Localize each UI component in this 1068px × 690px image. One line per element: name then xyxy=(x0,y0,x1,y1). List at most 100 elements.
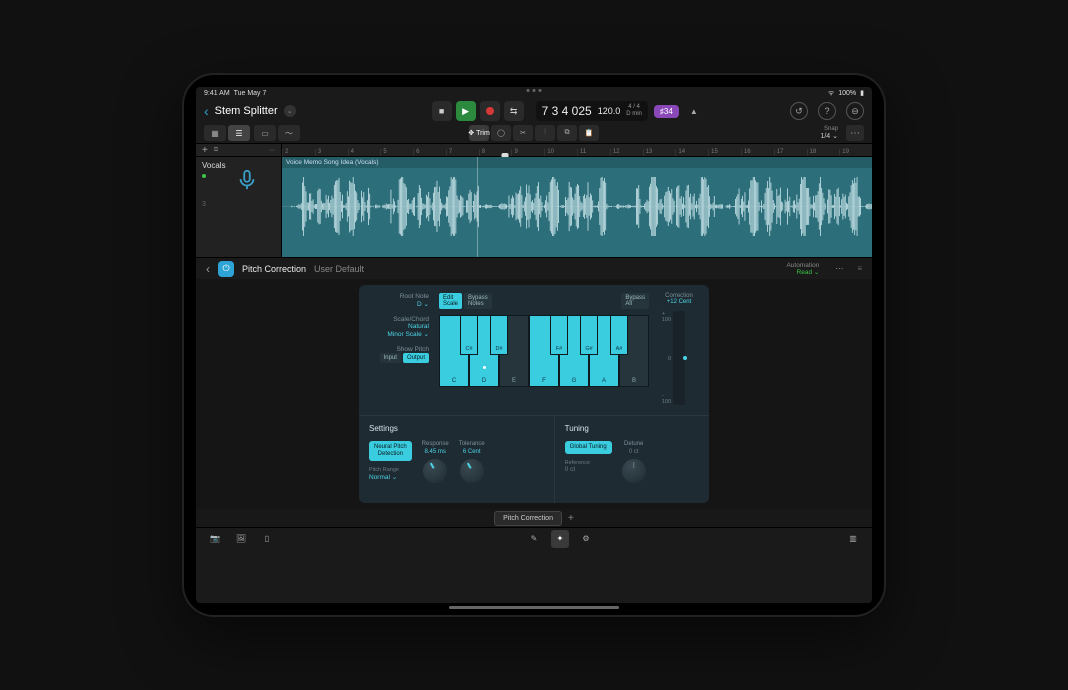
camera-icon[interactable]: 📷 xyxy=(206,530,224,548)
join-tool[interactable]: ⫶ xyxy=(535,125,555,141)
position: 7 3 4 025 xyxy=(542,104,592,118)
view-grid[interactable]: ▦ xyxy=(204,125,226,141)
lcd-display[interactable]: 7 3 4 025 120.0 4 / 4D min xyxy=(536,101,648,121)
show-pitch-label: Show Pitch xyxy=(369,346,429,353)
paste-tool[interactable]: 📋 xyxy=(579,125,599,141)
track-enable-led xyxy=(202,174,206,178)
pitch-correction-panel: Root NoteD ⌄ Scale/ChordNaturalMinor Sca… xyxy=(359,285,709,503)
playhead-line xyxy=(477,157,478,257)
bottom-toolbar: 📷 🖼 ▯ ✎ ✦ ⚙ ▥ xyxy=(196,527,872,549)
fx-icon[interactable]: ✦ xyxy=(551,530,569,548)
root-note-label: Root Note xyxy=(369,293,429,300)
detune-knob[interactable] xyxy=(622,459,646,483)
sliders-icon[interactable]: ⚙ xyxy=(577,530,595,548)
keyboard-icon[interactable]: ▥ xyxy=(844,530,862,548)
plugin-chip-row: Pitch Correction + xyxy=(196,509,872,527)
plugin-power-button[interactable]: ⏻ xyxy=(218,261,234,277)
project-title[interactable]: Stem Splitter xyxy=(215,105,278,117)
copy-tool[interactable]: ⧉ xyxy=(557,125,577,141)
plugin-back[interactable]: ‹ xyxy=(206,262,210,276)
automation-mode[interactable]: Automation Read ⌄ xyxy=(786,262,819,276)
home-indicator[interactable] xyxy=(449,606,619,609)
undo-icon[interactable]: ↺ xyxy=(790,102,808,120)
key-sig: D min xyxy=(626,111,642,118)
correction-value: +12 Cent xyxy=(667,299,692,305)
record-button[interactable] xyxy=(480,101,500,121)
pencil-icon[interactable]: ✎ xyxy=(525,530,543,548)
track-icon-toggle[interactable]: ⧉ xyxy=(214,147,218,154)
key-Dsharp[interactable]: D# xyxy=(490,315,508,355)
cycle-button[interactable]: ⇆ xyxy=(504,101,524,121)
ruler-ticks: 2345678910111213141516171819 xyxy=(282,144,872,156)
bypass-notes-button[interactable]: Bypass Notes xyxy=(464,293,492,309)
key-Asharp[interactable]: A# xyxy=(610,315,628,355)
global-tuning-button[interactable]: Global Tuning xyxy=(565,441,612,454)
preset-name[interactable]: User Default xyxy=(314,264,364,274)
scale-select[interactable]: NaturalMinor Scale ⌄ xyxy=(369,323,429,338)
back-button[interactable]: ‹ xyxy=(204,103,209,119)
metronome-button[interactable]: ▲ xyxy=(685,102,703,120)
detune-value: 0 ct xyxy=(629,449,639,455)
screen: 9:41 AM Tue May 7 ᯤ 100% ▮ ‹ Stem Splitt… xyxy=(196,87,872,603)
waveform xyxy=(282,177,872,236)
stop-button[interactable]: ■ xyxy=(432,101,452,121)
date: Tue May 7 xyxy=(234,90,267,97)
settings-icon[interactable]: ⊖ xyxy=(846,102,864,120)
play-button[interactable]: ▶ xyxy=(456,101,476,121)
track-more[interactable]: ⋯ xyxy=(269,147,275,154)
snap-setting[interactable]: Snap 1/4 ⌄ xyxy=(820,126,842,140)
view-list[interactable]: ☰ xyxy=(228,125,250,141)
plugin-more[interactable]: ⋯ xyxy=(835,264,843,273)
key-badge[interactable]: ♯34 xyxy=(654,105,679,118)
wifi-icon: ᯤ xyxy=(828,89,834,98)
time-sig: 4 / 4 xyxy=(626,104,642,111)
key-Gsharp[interactable]: G# xyxy=(580,315,598,355)
scale-keyboard[interactable]: C#D#F#G#A# CDEFGAB xyxy=(439,315,649,387)
track-number: 3 xyxy=(202,201,206,208)
battery-pct: 100% xyxy=(838,90,856,97)
response-label: Response xyxy=(422,441,449,447)
add-plugin-button[interactable]: + xyxy=(568,513,574,524)
tuning-title: Tuning xyxy=(565,424,699,433)
show-input-button[interactable]: Input xyxy=(380,353,401,363)
help-icon[interactable]: ? xyxy=(818,102,836,120)
image-icon[interactable]: 🖼 xyxy=(232,530,250,548)
notch xyxy=(527,89,542,92)
view-region[interactable]: ▭ xyxy=(254,125,276,141)
neural-pitch-button[interactable]: Neural Pitch Detection xyxy=(369,441,412,461)
view-toolbar: ▦ ☰ ▭ 〜 ✥ Trim ◯ ✂ ⫶ ⧉ 📋 Snap 1/4 ⌄ ⋯ xyxy=(196,123,872,143)
plugin-body: Root NoteD ⌄ Scale/ChordNaturalMinor Sca… xyxy=(196,279,872,509)
plugin-name[interactable]: Pitch Correction xyxy=(242,264,306,274)
view-automation[interactable]: 〜 xyxy=(278,125,300,141)
correction-meter: + 100 0 - 100 xyxy=(673,311,685,405)
phone-icon[interactable]: ▯ xyxy=(258,530,276,548)
pointer-tool[interactable]: ✥ Trim xyxy=(469,125,489,141)
track-row: Vocals 3 Voice Memo Song Idea (Vocals) xyxy=(196,157,872,257)
plugin-handle-icon[interactable]: ≡ xyxy=(857,264,862,273)
track-header[interactable]: Vocals 3 xyxy=(196,157,282,257)
key-Fsharp[interactable]: F# xyxy=(550,315,568,355)
scissors-tool[interactable]: ✂ xyxy=(513,125,533,141)
show-output-button[interactable]: Output xyxy=(403,353,429,363)
battery-icon: ▮ xyxy=(860,89,864,97)
detune-label: Detune xyxy=(624,441,643,447)
bypass-all-button[interactable]: Bypass All xyxy=(621,293,649,309)
transport: ■ ▶ ⇆ xyxy=(432,101,524,121)
key-Csharp[interactable]: C# xyxy=(460,315,478,355)
settings-title: Settings xyxy=(369,424,544,433)
pitch-range-value[interactable]: Normal ⌄ xyxy=(369,473,412,481)
loop-tool[interactable]: ◯ xyxy=(491,125,511,141)
region-label: Voice Memo Song Idea (Vocals) xyxy=(282,157,872,168)
timeline-ruler[interactable]: + ⧉ ⋯ 2345678910111213141516171819 xyxy=(196,143,872,157)
response-knob[interactable] xyxy=(423,459,447,483)
ipad-frame: 9:41 AM Tue May 7 ᯤ 100% ▮ ‹ Stem Splitt… xyxy=(184,75,884,615)
more-button[interactable]: ⋯ xyxy=(846,125,864,141)
add-track-button[interactable]: + xyxy=(202,145,208,156)
title-dropdown[interactable]: ⌄ xyxy=(284,105,296,117)
root-note[interactable]: D ⌄ xyxy=(369,300,429,308)
scale-label: Scale/Chord xyxy=(369,316,429,323)
plugin-chip[interactable]: Pitch Correction xyxy=(494,511,562,526)
tolerance-knob[interactable] xyxy=(460,459,484,483)
audio-region[interactable]: Voice Memo Song Idea (Vocals) xyxy=(282,157,872,257)
edit-scale-button[interactable]: Edit Scale xyxy=(439,293,462,309)
